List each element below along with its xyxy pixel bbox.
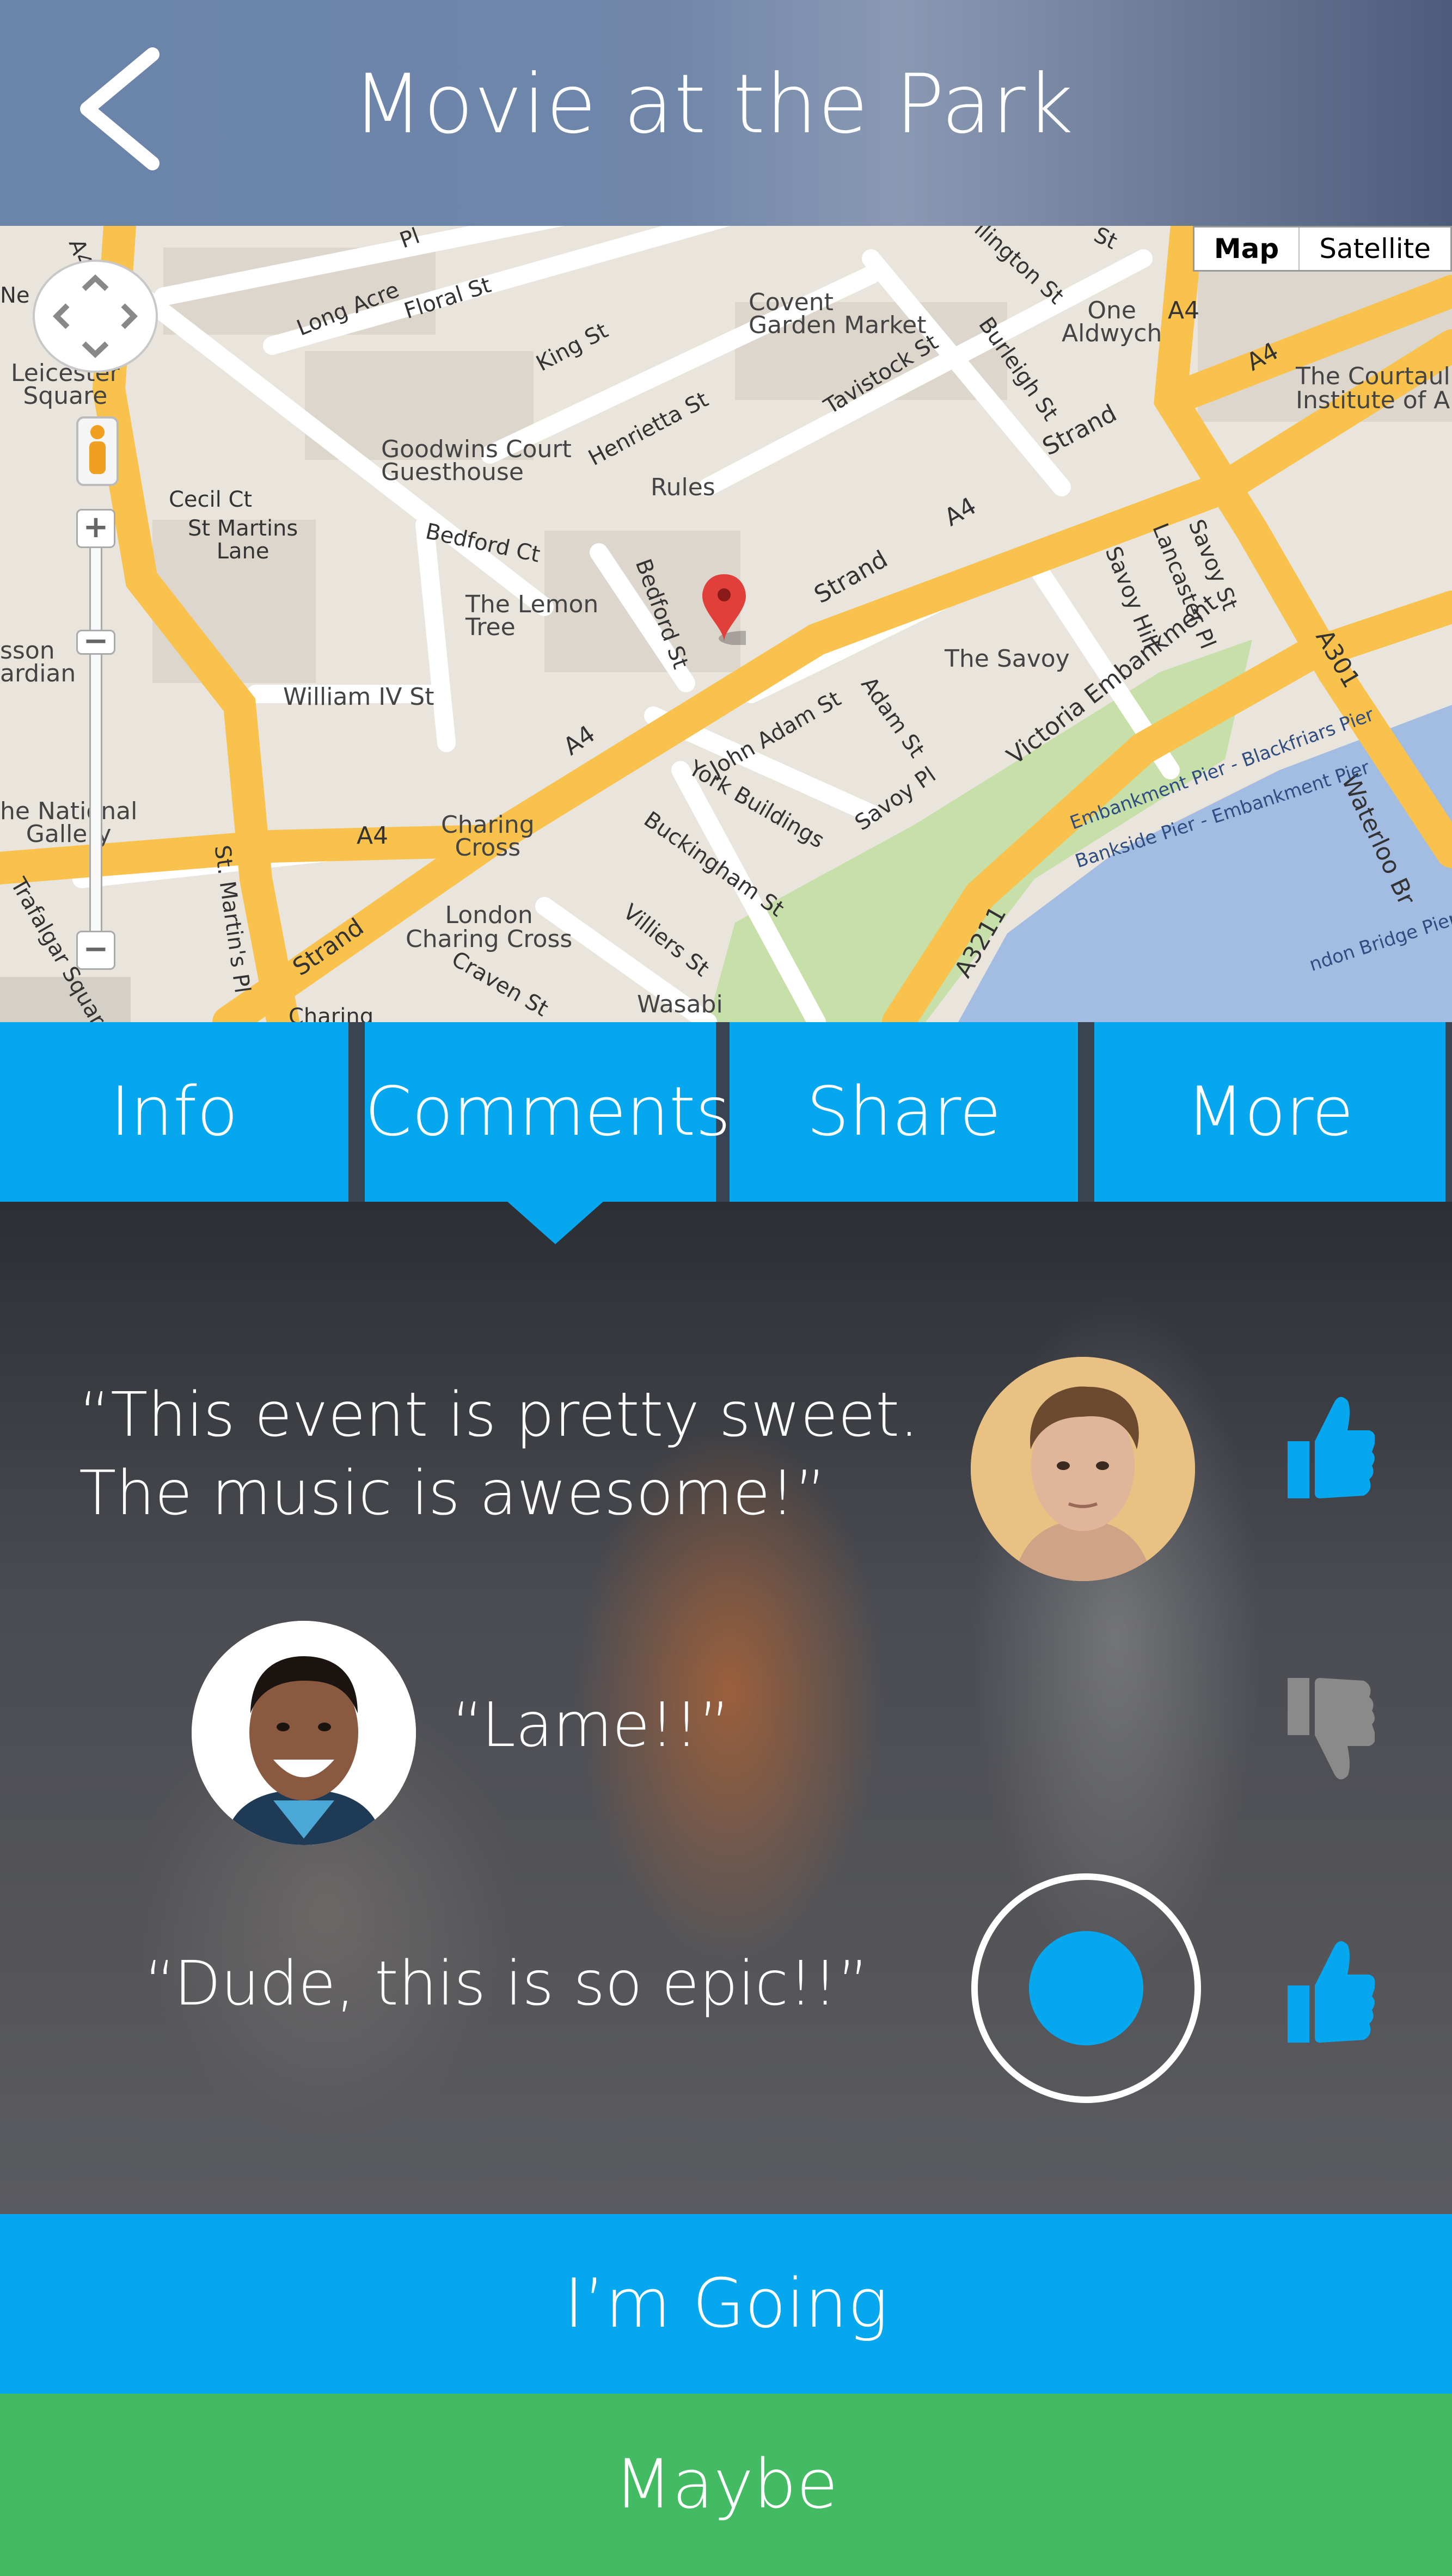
avatar[interactable] [192, 1621, 416, 1845]
map-label: The Lemon Tree [465, 591, 599, 641]
map-label: Cecil Ct [169, 487, 253, 512]
map-label: William IV St [283, 683, 434, 711]
map-label: A4 [1168, 297, 1200, 324]
tab-comments[interactable]: Comments [365, 1022, 731, 1202]
map-label: The Savoy [945, 645, 1070, 673]
map-label: The Courtaul Institute of Ar [1296, 362, 1452, 414]
zoom-slider-handle[interactable]: − [76, 626, 115, 656]
map-view[interactable]: Ne A40 Long Acre Floral St King St Coven… [0, 226, 1452, 1022]
map-type-satellite-button[interactable]: Satellite [1298, 228, 1450, 270]
map-label: Covent Garden Market [749, 288, 927, 339]
street-view-pegman-icon[interactable] [76, 416, 119, 486]
tab-info[interactable]: Info [0, 1022, 348, 1202]
map-label: A4 [357, 822, 389, 850]
map-label: sson ardian [0, 637, 76, 687]
thumbs-up-icon[interactable] [1288, 1936, 1375, 2045]
map-label: London Charing Cross [406, 901, 573, 953]
map-label: Rules [651, 474, 715, 501]
comments-panel: “This event is pretty sweet. The music i… [0, 1202, 1452, 2214]
comment-text: “Lame!!” [452, 1690, 731, 1761]
tab-bar: Info Comments Share More [0, 1022, 1452, 1202]
zoom-slider-track[interactable] [89, 514, 102, 942]
map-label: Goodwins Court Guesthouse [381, 435, 572, 486]
map-label: he National Gallery [0, 797, 138, 848]
pan-control[interactable] [33, 260, 158, 373]
zoom-in-icon[interactable]: + [76, 509, 115, 548]
location-pin-icon[interactable] [702, 574, 746, 645]
map-label: Wasabi [637, 991, 723, 1018]
avatar[interactable] [971, 1357, 1195, 1581]
thumbs-down-icon[interactable] [1288, 1675, 1375, 1784]
active-tab-pointer [506, 1201, 604, 1244]
record-comment-button[interactable] [969, 1871, 1203, 2105]
maybe-button[interactable]: Maybe [0, 2394, 1452, 2576]
tab-more[interactable]: More [1094, 1022, 1445, 1202]
map-type-toggle: Map Satellite [1192, 226, 1452, 272]
page-title: Movie at the Park [352, 57, 1074, 152]
map-label: Ne [0, 283, 30, 308]
map-type-map-button[interactable]: Map [1194, 228, 1298, 270]
avatar-smiling-man-icon [192, 1621, 416, 1845]
pan-arrows-icon [52, 274, 138, 358]
zoom-out-icon[interactable]: − [76, 931, 115, 970]
comment-text: “Dude, this is so epic!!” [144, 1948, 869, 2019]
comment-text: “This event is pretty sweet. The music i… [79, 1380, 919, 1529]
im-going-button[interactable]: I’m Going [0, 2214, 1452, 2394]
map-label: One Aldwych [1062, 297, 1162, 347]
thumbs-up-icon[interactable] [1288, 1392, 1375, 1501]
header-bar: Movie at the Park [0, 0, 1452, 226]
avatar-man-icon [971, 1357, 1195, 1581]
map-label: Charing Cross [441, 811, 535, 862]
map-label: Charing [289, 1004, 374, 1022]
tab-share[interactable]: Share [730, 1022, 1078, 1202]
map-label: St Martins Lane [188, 516, 298, 564]
